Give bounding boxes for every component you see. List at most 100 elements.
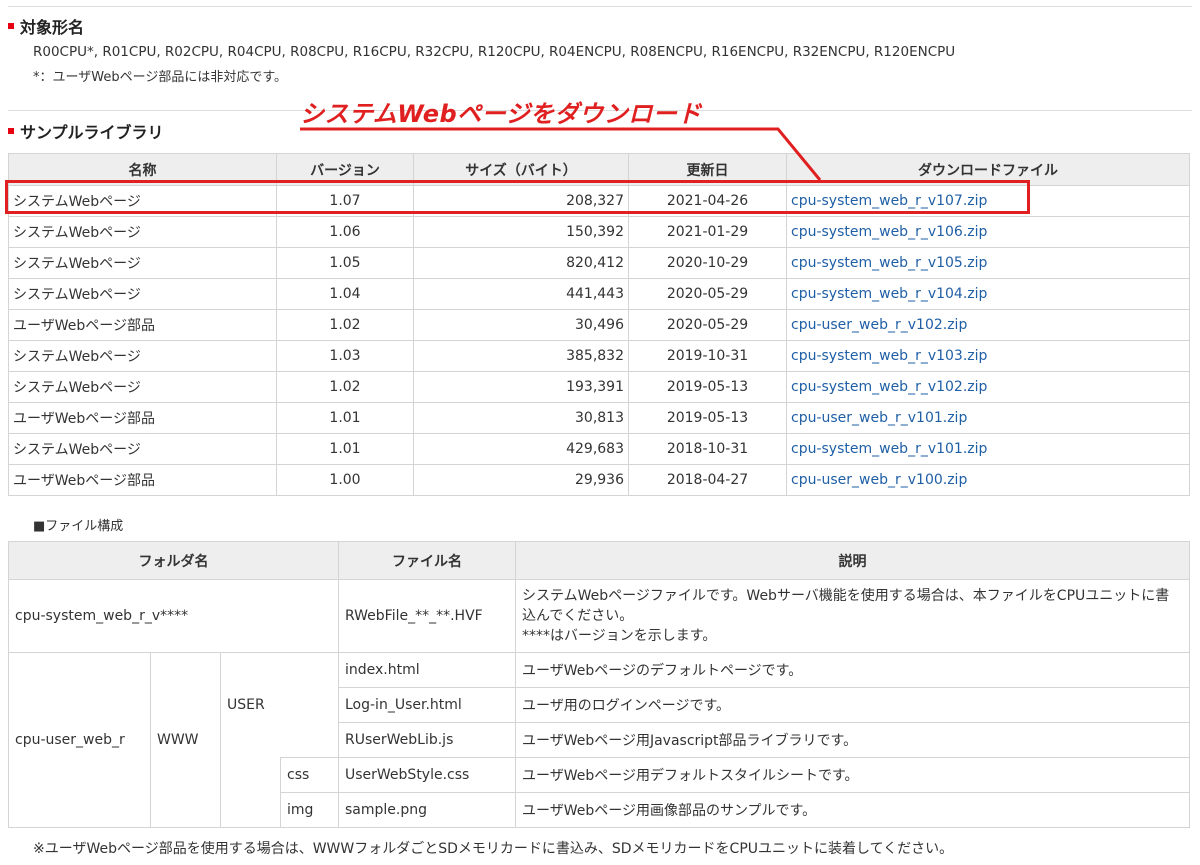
row-version: 1.04 — [276, 278, 414, 310]
row-date: 2019-10-31 — [628, 340, 787, 372]
row-size: 385,832 — [413, 340, 629, 372]
row-version: 1.02 — [276, 309, 414, 341]
download-link[interactable]: cpu-user_web_r_v102.zip — [791, 317, 967, 333]
download-link[interactable]: cpu-system_web_r_v107.zip — [791, 193, 987, 209]
system-file-cell: RWebFile_**_**.HVF — [338, 579, 516, 653]
col-header-desc: 説明 — [515, 541, 1190, 580]
row-file: cpu-system_web_r_v103.zip — [786, 340, 1190, 372]
download-link[interactable]: cpu-system_web_r_v102.zip — [791, 379, 987, 395]
row-name: システムWebページ — [8, 185, 277, 217]
library-header-row: 名称 バージョン サイズ（バイト） 更新日 ダウンロードファイル — [8, 153, 1190, 186]
row-date: 2019-05-13 — [628, 371, 787, 403]
row-version: 1.01 — [276, 402, 414, 434]
row-date: 2018-04-27 — [628, 464, 787, 496]
www-folder-cell: WWW — [150, 652, 221, 828]
target-heading-text: 対象形名 — [20, 18, 85, 37]
row-date: 2020-05-29 — [628, 278, 787, 310]
target-models: R00CPU*, R01CPU, R02CPU, R04CPU, R08CPU,… — [33, 44, 956, 60]
row-name: ユーザWebページ部品 — [8, 309, 277, 341]
col-header-name: 名称 — [8, 153, 277, 186]
row-file: cpu-user_web_r_v102.zip — [786, 309, 1190, 341]
table-row: システムWebページ 1.06 150,392 2021-01-29 cpu-s… — [8, 216, 1190, 248]
row-date: 2020-10-29 — [628, 247, 787, 279]
row-size: 30,496 — [413, 309, 629, 341]
target-note: *：ユーザWebページ部品には非対応です。 — [33, 70, 288, 85]
file-structure-table: フォルダ名 ファイル名 説明 cpu-system_web_r_v**** RW… — [8, 541, 1190, 828]
col-header-file: ファイル名 — [338, 541, 516, 580]
row-version: 1.03 — [276, 340, 414, 372]
table-row: システムWebページ 1.07 208,327 2021-04-26 cpu-s… — [8, 185, 1190, 217]
row-file: cpu-system_web_r_v102.zip — [786, 371, 1190, 403]
download-link[interactable]: cpu-system_web_r_v101.zip — [791, 441, 987, 457]
row-name: ユーザWebページ部品 — [8, 402, 277, 434]
row-version: 1.01 — [276, 433, 414, 465]
table-row: ユーザWebページ部品 1.01 30,813 2019-05-13 cpu-u… — [8, 402, 1190, 434]
row-size: 193,391 — [413, 371, 629, 403]
target-heading: 対象形名 — [8, 14, 84, 38]
col-header-download: ダウンロードファイル — [786, 153, 1190, 186]
col-header-date: 更新日 — [628, 153, 787, 186]
row-size: 441,443 — [413, 278, 629, 310]
row-date: 2021-01-29 — [628, 216, 787, 248]
file-structure-header-row: フォルダ名 ファイル名 説明 — [8, 541, 1190, 580]
download-link[interactable]: cpu-user_web_r_v101.zip — [791, 410, 967, 426]
download-link[interactable]: cpu-system_web_r_v105.zip — [791, 255, 987, 271]
row-file: cpu-user_web_r_v100.zip — [786, 464, 1190, 496]
row-version: 1.05 — [276, 247, 414, 279]
row-size: 208,327 — [413, 185, 629, 217]
row-file: cpu-system_web_r_v107.zip — [786, 185, 1190, 217]
row-file: cpu-system_web_r_v106.zip — [786, 216, 1190, 248]
library-heading-text: サンプルライブラリ — [20, 123, 164, 142]
table-row: システムWebページ 1.04 441,443 2020-05-29 cpu-s… — [8, 278, 1190, 310]
row-version: 1.02 — [276, 371, 414, 403]
table-row: システムWebページ 1.03 385,832 2019-10-31 cpu-s… — [8, 340, 1190, 372]
col-header-size: サイズ（バイト） — [413, 153, 629, 186]
sample-library-table: 名称 バージョン サイズ（バイト） 更新日 ダウンロードファイル システムWeb… — [8, 153, 1190, 496]
desc-cell: ユーザWebページ用Javascript部品ライブラリです。 — [515, 722, 1190, 758]
img-folder-cell: img — [280, 792, 339, 828]
row-file: cpu-user_web_r_v101.zip — [786, 402, 1190, 434]
table-row: ユーザWebページ部品 1.00 29,936 2018-04-27 cpu-u… — [8, 464, 1190, 496]
download-link[interactable]: cpu-system_web_r_v106.zip — [791, 224, 987, 240]
table-row: システムWebページ 1.02 193,391 2019-05-13 cpu-s… — [8, 371, 1190, 403]
desc-cell: ユーザ用のログインページです。 — [515, 687, 1190, 723]
css-folder-cell: css — [280, 757, 339, 793]
row-date: 2018-10-31 — [628, 433, 787, 465]
download-link[interactable]: cpu-system_web_r_v103.zip — [791, 348, 987, 364]
row-name: システムWebページ — [8, 247, 277, 279]
row-size: 429,683 — [413, 433, 629, 465]
table-row: システムWebページ 1.01 429,683 2018-10-31 cpu-s… — [8, 433, 1190, 465]
row-size: 30,813 — [413, 402, 629, 434]
row-size: 820,412 — [413, 247, 629, 279]
file-cell: UserWebStyle.css — [338, 757, 516, 793]
desc-cell: ユーザWebページ用画像部品のサンプルです。 — [515, 792, 1190, 828]
file-cell: index.html — [338, 652, 516, 688]
col-header-version: バージョン — [276, 153, 414, 186]
user-folder-spacer — [220, 757, 281, 828]
row-file: cpu-system_web_r_v105.zip — [786, 247, 1190, 279]
download-link[interactable]: cpu-user_web_r_v100.zip — [791, 472, 967, 488]
file-cell: RUserWebLib.js — [338, 722, 516, 758]
file-structure-label: ■ファイル構成 — [33, 519, 124, 534]
row-file: cpu-system_web_r_v104.zip — [786, 278, 1190, 310]
file-cell: Log-in_User.html — [338, 687, 516, 723]
download-link[interactable]: cpu-system_web_r_v104.zip — [791, 286, 987, 302]
row-date: 2021-04-26 — [628, 185, 787, 217]
bullet-mark-icon — [8, 128, 14, 134]
row-version: 1.06 — [276, 216, 414, 248]
top-divider — [8, 6, 1192, 7]
row-name: システムWebページ — [8, 278, 277, 310]
desc-cell: ユーザWebページ用デフォルトスタイルシートです。 — [515, 757, 1190, 793]
user-folder-cell: cpu-user_web_r — [8, 652, 151, 828]
desc-cell: ユーザWebページのデフォルトページです。 — [515, 652, 1190, 688]
annotation-callout: システムWebページをダウンロード — [300, 100, 702, 128]
row-file: cpu-system_web_r_v101.zip — [786, 433, 1190, 465]
col-header-folder: フォルダ名 — [8, 541, 339, 580]
table-row: cpu-user_web_r WWW USER index.html ユーザWe… — [8, 652, 1190, 828]
footnote: ※ユーザWebページ部品を使用する場合は、WWWフォルダごとSDメモリカードに書… — [33, 841, 954, 857]
row-date: 2019-05-13 — [628, 402, 787, 434]
system-desc-line: システムWebページファイルです。Webサーバ機能を使用する場合は、本ファイルを… — [522, 588, 1170, 624]
system-desc-line: ****はバージョンを示します。 — [522, 628, 717, 644]
row-name: システムWebページ — [8, 433, 277, 465]
row-name: ユーザWebページ部品 — [8, 464, 277, 496]
